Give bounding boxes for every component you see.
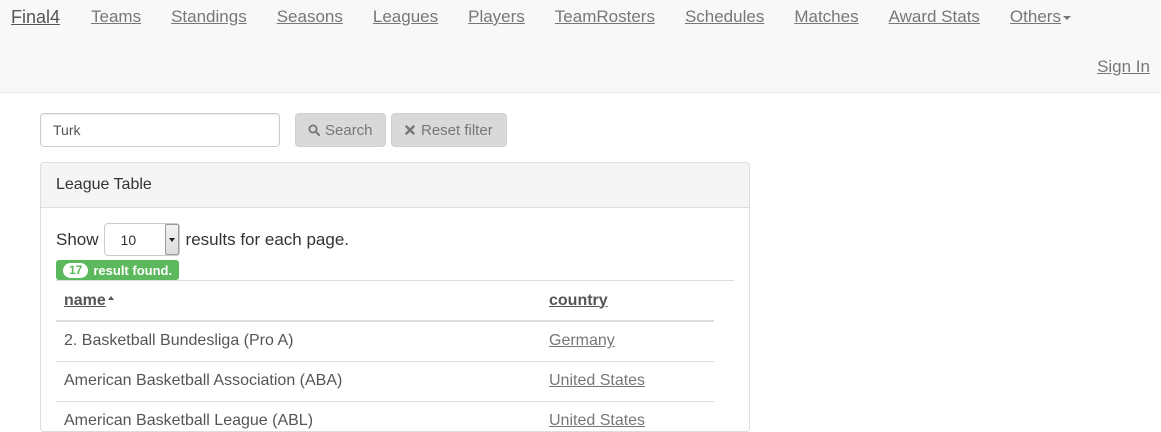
close-icon [404, 123, 416, 137]
column-header-name[interactable]: name [56, 281, 541, 322]
table-row: American Basketball Association (ABA) Un… [56, 361, 714, 402]
table-row: American Basketball League (ABL) United … [56, 401, 714, 431]
sort-name-link[interactable]: name [64, 292, 106, 309]
country-link[interactable]: Germany [549, 332, 615, 349]
league-name-cell: American Basketball League (ABL) [56, 401, 541, 431]
reset-filter-label: Reset filter [421, 121, 493, 139]
search-button-label: Search [325, 121, 373, 139]
nav-leagues[interactable]: Leagues [358, 7, 453, 27]
chevron-down-icon[interactable] [164, 224, 179, 255]
league-name-cell: American Basketball Association (ABA) [56, 361, 541, 402]
page-size-select[interactable]: 10 [103, 223, 180, 256]
sort-country-link[interactable]: country [549, 292, 608, 309]
nav-others-label: Others [1009, 7, 1061, 26]
result-count: 17 [63, 262, 89, 278]
search-input[interactable] [40, 113, 280, 147]
nav-others-dropdown[interactable]: Others [995, 7, 1086, 27]
nav-menu: Teams Standings Seasons Leagues Players … [76, 7, 1086, 27]
navbar: Final4 Teams Standings Seasons Leagues P… [0, 0, 1161, 93]
league-table-wrap: name country 2. Basketball Bundesliga (P… [56, 280, 734, 431]
league-table-panel: League Table Show 10 results for each pa… [40, 162, 750, 432]
show-suffix: results for each page. [185, 229, 350, 249]
page-size-value: 10 [120, 232, 137, 248]
country-cell: United States [541, 361, 714, 402]
column-header-country[interactable]: country [541, 281, 714, 322]
nav-matches[interactable]: Matches [779, 7, 873, 27]
nav-seasons[interactable]: Seasons [262, 7, 358, 27]
league-table: name country 2. Basketball Bundesliga (P… [56, 281, 714, 431]
nav-teamrosters[interactable]: TeamRosters [540, 7, 670, 27]
brand-link[interactable]: Final4 [11, 7, 60, 28]
nav-schedules[interactable]: Schedules [670, 7, 779, 27]
country-cell: Germany [541, 321, 714, 362]
show-prefix: Show [56, 229, 99, 249]
country-link[interactable]: United States [549, 372, 645, 389]
search-icon [308, 123, 320, 137]
caret-down-icon [1062, 15, 1071, 20]
table-row: 2. Basketball Bundesliga (Pro A) Germany [56, 321, 714, 362]
table-header-row: name country [56, 281, 714, 322]
reset-filter-button[interactable]: Reset filter [391, 113, 507, 147]
panel-title: League Table [41, 163, 749, 208]
result-text: result found. [93, 262, 173, 278]
page-size-row: Show 10 results for each page. [56, 223, 349, 256]
search-button[interactable]: Search [295, 113, 386, 147]
league-name-cell: 2. Basketball Bundesliga (Pro A) [56, 321, 541, 362]
result-found-badge: 17 result found. [56, 260, 180, 280]
sign-in-link[interactable]: Sign In [1097, 57, 1150, 77]
nav-teams[interactable]: Teams [76, 7, 156, 27]
nav-players[interactable]: Players [453, 7, 540, 27]
nav-award-stats[interactable]: Award Stats [874, 7, 995, 27]
country-cell: United States [541, 401, 714, 431]
sort-ascending-icon [107, 295, 114, 300]
nav-standings[interactable]: Standings [156, 7, 262, 27]
